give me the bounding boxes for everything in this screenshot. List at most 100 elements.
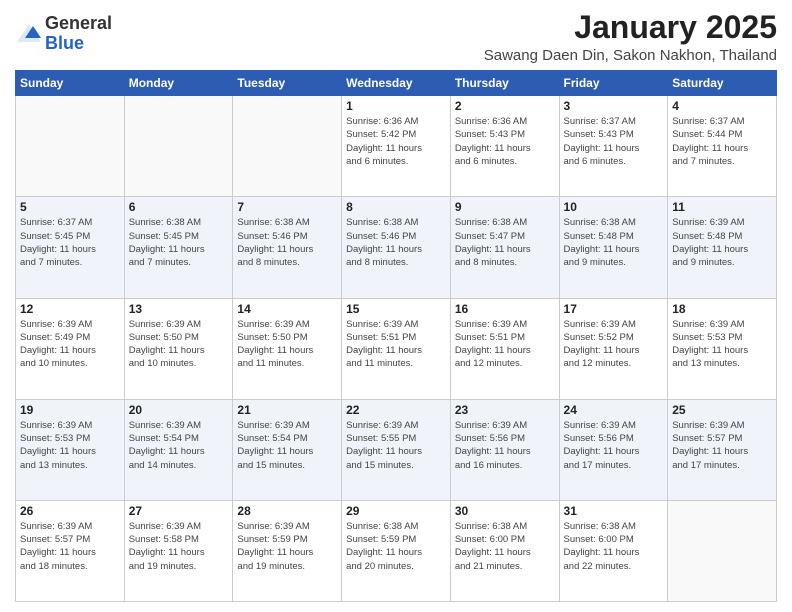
day-info-line: and 15 minutes. <box>237 459 337 472</box>
day-info-line: Sunset: 5:57 PM <box>20 533 120 546</box>
day-info-line: Daylight: 11 hours <box>129 243 229 256</box>
day-info-line: Sunset: 6:00 PM <box>564 533 664 546</box>
calendar-cell <box>233 96 342 197</box>
calendar-cell: 18 Sunrise: 6:39 AMSunset: 5:53 PMDayligh… <box>668 298 777 399</box>
calendar-cell: 10Sunrise: 6:38 AMSunset: 5:48 PMDayligh… <box>559 197 668 298</box>
day-info-line: Sunrise: 6:38 AM <box>346 520 446 533</box>
day-number: 18 <box>672 302 772 316</box>
day-info-line: Sunset: 5:53 PM <box>20 432 120 445</box>
day-info-line: Daylight: 11 hours <box>20 243 120 256</box>
day-info-line: Sunset: 5:54 PM <box>237 432 337 445</box>
day-number: 25 <box>672 403 772 417</box>
day-info: Sunrise: 6:38 AMSunset: 5:48 PMDaylight:… <box>564 216 664 269</box>
day-info: Sunrise: 6:36 AMSunset: 5:42 PMDaylight:… <box>346 115 446 168</box>
day-info: Sunrise: 6:39 AMSunset: 5:54 PMDaylight:… <box>129 419 229 472</box>
day-info-line: Daylight: 11 hours <box>129 445 229 458</box>
day-info: Sunrise: 6:38 AMSunset: 6:00 PMDaylight:… <box>455 520 555 573</box>
day-info-line: Daylight: 11 hours <box>346 445 446 458</box>
day-info-line: and 12 minutes. <box>564 357 664 370</box>
calendar-cell: 31Sunrise: 6:38 AMSunset: 6:00 PMDayligh… <box>559 500 668 601</box>
day-info-line: Sunset: 5:43 PM <box>455 128 555 141</box>
day-info: Sunrise: 6:38 AMSunset: 5:47 PMDaylight:… <box>455 216 555 269</box>
calendar-title: January 2025 <box>484 10 777 45</box>
day-info-line: Sunrise: 6:39 AM <box>237 419 337 432</box>
day-info-line: Daylight: 11 hours <box>672 344 772 357</box>
calendar-cell: 15 Sunrise: 6:39 AMSunset: 5:51 PMDayligh… <box>342 298 451 399</box>
day-info: Sunrise: 6:39 AMSunset: 5:53 PMDaylight:… <box>672 318 772 371</box>
title-block: January 2025 Sawang Daen Din, Sakon Nakh… <box>484 10 777 64</box>
day-info: Sunrise: 6:39 AMSunset: 5:49 PMDaylight:… <box>20 318 120 371</box>
day-info-line: Sunrise: 6:38 AM <box>455 216 555 229</box>
day-info-line: and 12 minutes. <box>455 357 555 370</box>
day-number: 17 <box>564 302 664 316</box>
day-number: 8 <box>346 200 446 214</box>
day-number: 14 <box>237 302 337 316</box>
day-info-line: Daylight: 11 hours <box>237 546 337 559</box>
day-info-line: and 18 minutes. <box>20 560 120 573</box>
weekday-header: Friday <box>559 71 668 96</box>
day-info-line: Sunset: 5:56 PM <box>564 432 664 445</box>
day-info-line: Sunrise: 6:39 AM <box>237 318 337 331</box>
day-info-line: Sunrise: 6:39 AM <box>129 318 229 331</box>
weekday-header: Monday <box>124 71 233 96</box>
day-info-line: and 9 minutes. <box>564 256 664 269</box>
day-number: 4 <box>672 99 772 113</box>
day-info-line: Sunset: 5:59 PM <box>237 533 337 546</box>
calendar-cell: 14 Sunrise: 6:39 AMSunset: 5:50 PMDayligh… <box>233 298 342 399</box>
day-info-line: Sunset: 5:48 PM <box>672 230 772 243</box>
day-info-line: Sunset: 5:49 PM <box>20 331 120 344</box>
day-info: Sunrise: 6:38 AMSunset: 6:00 PMDaylight:… <box>564 520 664 573</box>
day-info-line: and 7 minutes. <box>672 155 772 168</box>
day-info-line: and 6 minutes. <box>564 155 664 168</box>
day-info-line: Daylight: 11 hours <box>129 344 229 357</box>
day-number: 15 <box>346 302 446 316</box>
day-info-line: Sunrise: 6:39 AM <box>672 216 772 229</box>
day-info-line: Sunset: 5:43 PM <box>564 128 664 141</box>
calendar-cell <box>124 96 233 197</box>
day-number: 1 <box>346 99 446 113</box>
day-info-line: Daylight: 11 hours <box>672 445 772 458</box>
day-info-line: Sunset: 5:55 PM <box>346 432 446 445</box>
day-info: Sunrise: 6:39 AMSunset: 5:51 PMDaylight:… <box>346 318 446 371</box>
day-info: Sunrise: 6:39 AMSunset: 5:50 PMDaylight:… <box>237 318 337 371</box>
day-info-line: Sunset: 5:52 PM <box>564 331 664 344</box>
day-info-line: Sunrise: 6:39 AM <box>564 318 664 331</box>
day-info-line: Daylight: 11 hours <box>564 344 664 357</box>
weekday-header: Tuesday <box>233 71 342 96</box>
day-info-line: Daylight: 11 hours <box>20 445 120 458</box>
day-number: 24 <box>564 403 664 417</box>
day-info: Sunrise: 6:38 AMSunset: 5:46 PMDaylight:… <box>237 216 337 269</box>
day-info-line: and 17 minutes. <box>672 459 772 472</box>
day-info-line: Daylight: 11 hours <box>455 344 555 357</box>
day-number: 9 <box>455 200 555 214</box>
day-info-line: Sunset: 5:51 PM <box>455 331 555 344</box>
day-info-line: and 6 minutes. <box>455 155 555 168</box>
calendar-cell <box>16 96 125 197</box>
day-info-line: Daylight: 11 hours <box>237 344 337 357</box>
day-info-line: Daylight: 11 hours <box>564 243 664 256</box>
day-info-line: and 13 minutes. <box>20 459 120 472</box>
day-info-line: Daylight: 11 hours <box>346 243 446 256</box>
day-info: Sunrise: 6:37 AMSunset: 5:45 PMDaylight:… <box>20 216 120 269</box>
day-info-line: Sunset: 5:56 PM <box>455 432 555 445</box>
day-info: Sunrise: 6:38 AMSunset: 5:46 PMDaylight:… <box>346 216 446 269</box>
weekday-header: Wednesday <box>342 71 451 96</box>
day-number: 11 <box>672 200 772 214</box>
day-info-line: Sunset: 5:47 PM <box>455 230 555 243</box>
day-info-line: Sunrise: 6:39 AM <box>346 419 446 432</box>
day-info-line: Sunrise: 6:38 AM <box>237 216 337 229</box>
day-info-line: Sunset: 5:51 PM <box>346 331 446 344</box>
day-info-line: Sunset: 5:53 PM <box>672 331 772 344</box>
calendar-cell: 11Sunrise: 6:39 AMSunset: 5:48 PMDayligh… <box>668 197 777 298</box>
calendar-cell: 29Sunrise: 6:38 AMSunset: 5:59 PMDayligh… <box>342 500 451 601</box>
calendar-cell: 20Sunrise: 6:39 AMSunset: 5:54 PMDayligh… <box>124 399 233 500</box>
day-info-line: Daylight: 11 hours <box>129 546 229 559</box>
calendar-table: SundayMondayTuesdayWednesdayThursdayFrid… <box>15 70 777 602</box>
day-number: 13 <box>129 302 229 316</box>
calendar-cell: 24Sunrise: 6:39 AMSunset: 5:56 PMDayligh… <box>559 399 668 500</box>
day-info: Sunrise: 6:36 AMSunset: 5:43 PMDaylight:… <box>455 115 555 168</box>
calendar-cell: 5Sunrise: 6:37 AMSunset: 5:45 PMDaylight… <box>16 197 125 298</box>
day-info-line: Sunset: 5:46 PM <box>237 230 337 243</box>
day-info-line: and 19 minutes. <box>129 560 229 573</box>
calendar-week-row: 5Sunrise: 6:37 AMSunset: 5:45 PMDaylight… <box>16 197 777 298</box>
